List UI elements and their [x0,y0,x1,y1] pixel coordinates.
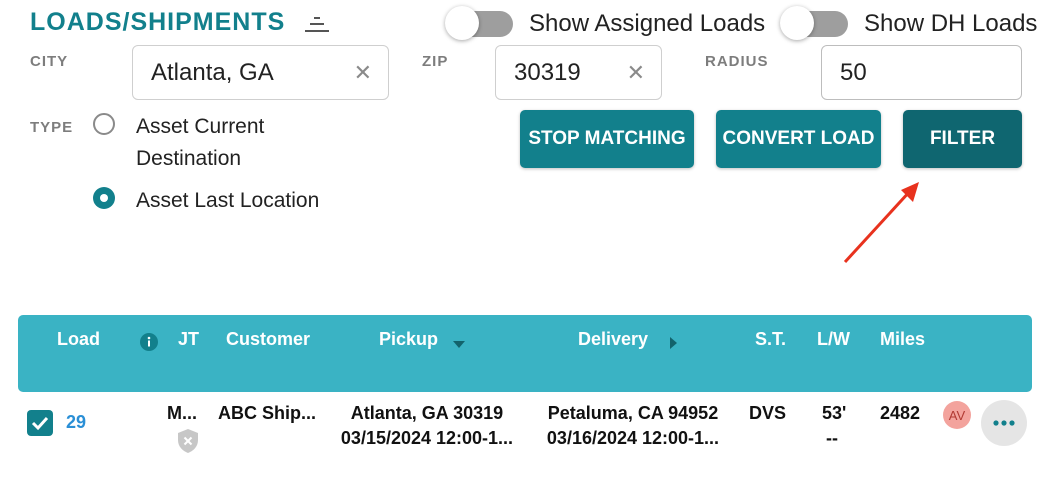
radio-label-line-2: Destination [136,147,242,170]
city-value[interactable]: Atlanta, GA [151,59,354,87]
delivery-city-cell: Petaluma, CA 94952 [547,403,719,423]
zip-label: ZIP [422,53,449,70]
miles-cell: 2482 [880,403,921,423]
checkmark-icon [31,416,49,431]
radius-value[interactable]: 50 [840,59,1021,87]
lw-top-cell: 53' [822,403,847,423]
convert-load-button[interactable]: CONVERT LOAD [716,110,881,168]
load-number-link[interactable]: 29 [66,412,86,433]
stop-matching-button[interactable]: STOP MATCHING [520,110,694,168]
column-header-st[interactable]: S.T. [755,329,786,350]
clear-zip-icon[interactable]: ✕ [627,61,645,84]
show-dh-loads-toggle[interactable]: Show DH Loads [780,4,1038,44]
st-cell: DVS [749,403,787,423]
avatar[interactable]: AV [943,401,971,429]
page-title: LOADS/SHIPMENTS [30,8,286,36]
radius-label: RADIUS [705,53,769,70]
column-header-load[interactable]: Load [57,329,100,350]
type-radio-asset-current-destination[interactable]: Asset Current Destination [93,111,264,175]
show-assigned-loads-toggle[interactable]: Show Assigned Loads [445,4,766,44]
clear-city-icon[interactable]: ✕ [354,61,372,84]
more-actions-button[interactable] [981,400,1027,446]
type-radio-asset-last-location[interactable]: Asset Last Location [93,185,319,217]
zip-input[interactable]: 30319 ✕ [495,45,662,100]
jt-cell: M... [167,403,197,423]
toggle-track[interactable] [780,6,848,40]
city-input[interactable]: Atlanta, GA ✕ [132,45,389,100]
type-label: TYPE [30,119,74,136]
shield-x-icon [178,429,198,453]
pickup-time-cell: 03/15/2024 12:00-1... [340,428,514,448]
pickup-city-cell: Atlanta, GA 30319 [350,403,504,423]
zip-value[interactable]: 30319 [514,59,627,87]
column-header-miles[interactable]: Miles [880,329,925,350]
info-icon[interactable] [140,333,158,351]
sort-right-icon[interactable] [668,336,678,350]
radio-unselected-icon[interactable] [93,113,115,135]
delivery-time-cell: 03/16/2024 12:00-1... [546,428,720,448]
show-assigned-loads-label: Show Assigned Loads [529,10,766,37]
toggle-knob[interactable] [445,6,479,40]
radio-selected-icon[interactable] [93,187,115,209]
city-label: CITY [30,53,69,70]
table-header [18,315,1032,392]
radio-label-asset-last-location: Asset Last Location [136,189,320,212]
radio-label-line-1: Asset Current [136,115,265,138]
toggle-knob[interactable] [780,6,814,40]
column-header-customer[interactable]: Customer [226,329,310,350]
row-checkbox[interactable] [27,410,53,436]
more-dots-icon [993,420,1015,426]
column-header-pickup[interactable]: Pickup [379,329,438,350]
sort-down-icon[interactable] [452,339,466,349]
lw-bottom-cell: -- [826,428,838,448]
customer-cell: ABC Ship... [218,403,316,423]
column-header-delivery[interactable]: Delivery [578,329,648,350]
sort-icon[interactable] [304,14,330,36]
column-header-lw[interactable]: L/W [817,329,850,350]
filter-button[interactable]: FILTER [903,110,1022,168]
column-header-jt[interactable]: JT [178,329,199,350]
radius-input[interactable]: 50 [821,45,1022,100]
toggle-track[interactable] [445,6,513,40]
annotation-arrow-icon [843,182,919,264]
radio-label-asset-current-destination: Asset Current Destination [136,111,264,175]
show-dh-loads-label: Show DH Loads [864,10,1038,37]
